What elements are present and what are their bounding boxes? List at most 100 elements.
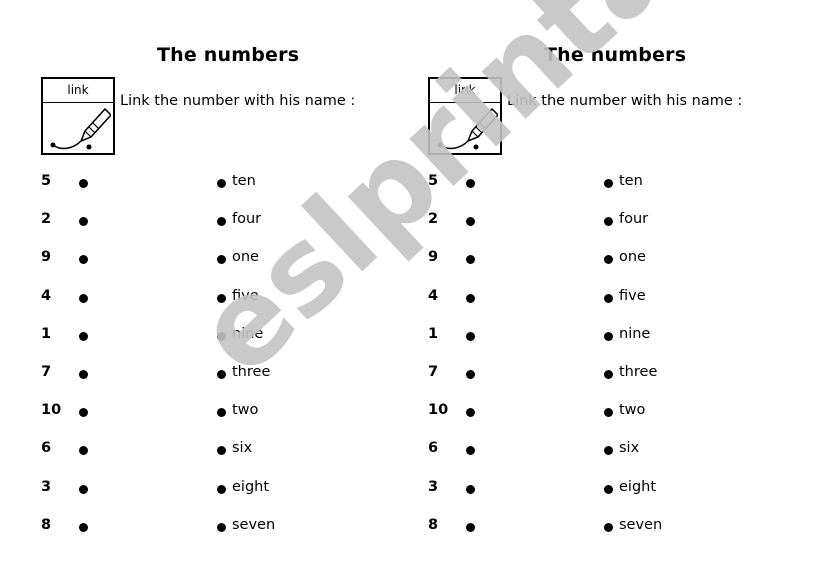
worksheet-title: The numbers	[157, 44, 300, 66]
icon-label: link	[43, 79, 113, 103]
word-label: four	[619, 211, 649, 228]
number-label: 1	[41, 325, 52, 342]
matching-row: 2 four	[0, 211, 400, 231]
word-dot[interactable]	[217, 293, 226, 303]
word-dot[interactable]	[217, 522, 226, 532]
number-dot[interactable]	[79, 179, 88, 188]
number-label: 8	[41, 516, 52, 533]
word-label: six	[619, 440, 640, 457]
word-dot[interactable]	[604, 331, 613, 341]
matching-row: 9 one	[387, 249, 787, 269]
matching-row: 5 ten	[0, 173, 400, 193]
matching-row: 1 nine	[0, 326, 400, 346]
number-dot[interactable]	[466, 255, 475, 265]
matching-row: 9 one	[0, 249, 400, 269]
number-dot[interactable]	[79, 484, 88, 494]
number-dot[interactable]	[79, 331, 88, 341]
matching-row: 6 six	[0, 440, 400, 460]
number-dot[interactable]	[79, 446, 88, 456]
word-dot[interactable]	[604, 179, 613, 188]
instruction-text: Link the number with his name :	[120, 93, 356, 109]
word-label: three	[232, 364, 271, 380]
link-icon-box: link	[428, 77, 502, 155]
number-label: 9	[428, 249, 439, 266]
matching-row: 7 three	[0, 364, 400, 384]
number-dot[interactable]	[466, 217, 475, 227]
word-label: four	[232, 211, 262, 228]
word-dot[interactable]	[604, 522, 613, 532]
word-dot[interactable]	[217, 217, 226, 227]
word-label: ten	[619, 173, 643, 189]
word-label: eight	[619, 478, 657, 495]
number-dot[interactable]	[79, 522, 88, 532]
word-dot[interactable]	[604, 370, 613, 379]
number-dot[interactable]	[79, 255, 88, 265]
number-dot[interactable]	[466, 408, 475, 418]
number-label: 6	[428, 440, 439, 457]
number-dot[interactable]	[466, 331, 475, 341]
word-dot[interactable]	[217, 255, 226, 265]
number-dot[interactable]	[466, 522, 475, 532]
number-label: 8	[428, 516, 439, 533]
number-label: 1	[428, 325, 439, 342]
worksheet-title: The numbers	[544, 44, 687, 66]
link-icon-box: link	[41, 77, 115, 155]
word-dot[interactable]	[604, 255, 613, 265]
word-dot[interactable]	[604, 408, 613, 418]
number-dot[interactable]	[79, 370, 88, 379]
word-label: seven	[232, 516, 276, 533]
icon-label: link	[430, 79, 500, 103]
instruction-text: Link the number with his name :	[507, 93, 743, 109]
number-label: 9	[41, 249, 52, 266]
word-label: five	[232, 287, 259, 304]
matching-row: 1 nine	[387, 326, 787, 346]
word-label: eight	[232, 478, 270, 495]
number-label: 2	[41, 211, 52, 228]
number-label: 3	[428, 478, 439, 495]
word-dot[interactable]	[217, 408, 226, 418]
word-dot[interactable]	[604, 446, 613, 456]
worksheet-left: The numbers link Link the number with hi…	[0, 0, 410, 581]
number-label: 7	[41, 364, 52, 380]
number-dot[interactable]	[79, 408, 88, 418]
number-label: 3	[41, 478, 52, 495]
matching-row: 8 seven	[0, 517, 400, 537]
number-label: 4	[41, 287, 52, 304]
word-dot[interactable]	[604, 293, 613, 303]
matching-row: 6 six	[387, 440, 787, 460]
word-dot[interactable]	[604, 217, 613, 227]
number-label: 10	[428, 402, 449, 419]
word-label: three	[619, 364, 658, 380]
word-label: two	[619, 402, 646, 419]
number-label: 10	[41, 402, 62, 419]
matching-row: 10 two	[0, 402, 400, 422]
number-dot[interactable]	[466, 484, 475, 494]
word-dot[interactable]	[217, 331, 226, 341]
number-dot[interactable]	[466, 370, 475, 379]
number-dot[interactable]	[466, 179, 475, 188]
word-label: seven	[619, 516, 663, 533]
matching-row: 4 five	[0, 288, 400, 308]
number-label: 2	[428, 211, 439, 228]
number-label: 4	[428, 287, 439, 304]
matching-row: 10 two	[387, 402, 787, 422]
number-label: 6	[41, 440, 52, 457]
word-dot[interactable]	[217, 179, 226, 188]
number-dot[interactable]	[79, 217, 88, 227]
word-label: one	[232, 249, 259, 266]
word-label: nine	[619, 325, 651, 342]
number-label: 5	[428, 173, 439, 189]
number-dot[interactable]	[466, 293, 475, 303]
word-dot[interactable]	[217, 484, 226, 494]
word-dot[interactable]	[217, 446, 226, 456]
number-dot[interactable]	[79, 293, 88, 303]
matching-row: 2 four	[387, 211, 787, 231]
matching-row: 3 eight	[387, 479, 787, 499]
word-dot[interactable]	[604, 484, 613, 494]
number-label: 7	[428, 364, 439, 380]
number-dot[interactable]	[466, 446, 475, 456]
worksheet-right: The numbers link Link the number with hi…	[387, 0, 797, 581]
matching-row: 7 three	[387, 364, 787, 384]
word-dot[interactable]	[217, 370, 226, 379]
pencil-icon	[437, 107, 498, 150]
